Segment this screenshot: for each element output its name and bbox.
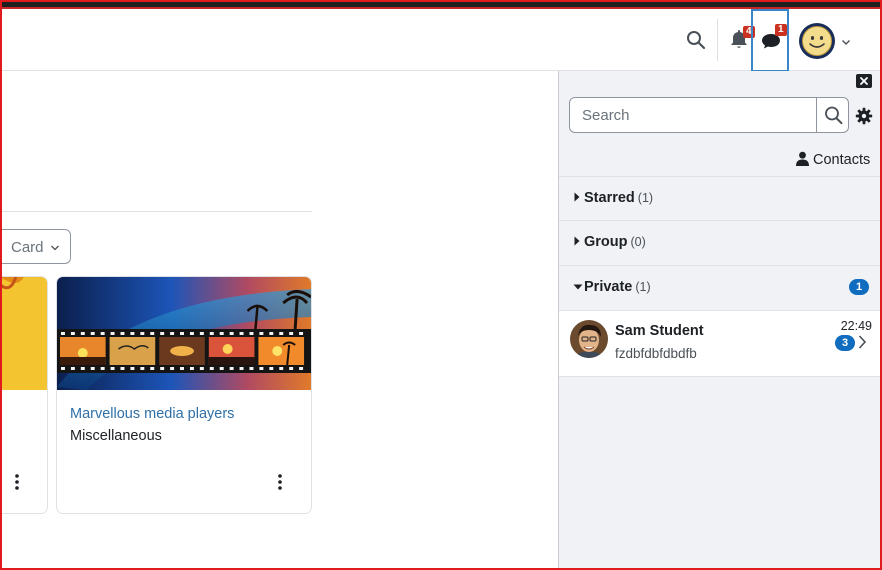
course-image	[57, 277, 311, 390]
section-name: Private	[584, 279, 633, 295]
gear-icon	[855, 107, 873, 125]
conversation-unread-badge: 3	[835, 335, 855, 351]
navbar-divider	[717, 19, 718, 61]
search-input[interactable]	[570, 98, 815, 132]
contacts-link[interactable]: Contacts	[795, 151, 870, 171]
contact-avatar	[570, 320, 608, 358]
caret-right-icon	[573, 190, 583, 206]
kebab-menu-icon	[15, 474, 19, 490]
close-icon	[860, 77, 868, 85]
course-menu-button[interactable]	[12, 473, 22, 491]
course-card-partial[interactable]	[0, 276, 48, 514]
course-card[interactable]: Marvellous media players Miscellaneous	[56, 276, 312, 514]
caret-right-icon	[573, 234, 583, 250]
section-count: (1)	[635, 280, 651, 294]
last-message: fzdbfdbfdbdfb	[615, 346, 697, 361]
section-private[interactable]: Private (1) 1	[559, 265, 882, 310]
view-select[interactable]: Card	[0, 229, 71, 264]
chevron-down-icon[interactable]	[840, 35, 852, 47]
person-icon	[796, 151, 809, 166]
search-field	[569, 97, 849, 133]
user-avatar[interactable]	[799, 23, 835, 59]
section-name: Starred	[584, 190, 635, 206]
chevron-right-icon	[858, 335, 867, 349]
course-title-link[interactable]: Marvellous media players	[70, 406, 234, 422]
caret-down-icon	[573, 279, 583, 295]
top-strip	[0, 0, 882, 9]
section-unread-badge: 1	[849, 279, 869, 295]
section-starred[interactable]: Starred (1)	[559, 176, 882, 221]
course-category: Miscellaneous	[70, 428, 162, 444]
section-group[interactable]: Group (0)	[559, 220, 882, 265]
navbar: 4 1	[0, 9, 882, 72]
search-button[interactable]	[816, 98, 849, 132]
section-count: (0)	[630, 235, 646, 249]
section-count: (1)	[637, 191, 654, 205]
section-name: Group	[584, 234, 628, 250]
contacts-label: Contacts	[813, 152, 871, 168]
contact-name: Sam Student	[615, 323, 704, 339]
chevron-down-icon	[51, 245, 59, 251]
view-select-value: Card	[11, 239, 44, 256]
messages-button[interactable]: 1	[751, 9, 789, 72]
message-time: 22:49	[840, 319, 872, 333]
conversation-item[interactable]: Sam Student fzdbfdbfdbdfb 22:49 3	[559, 310, 882, 377]
settings-button[interactable]	[855, 107, 873, 125]
person-photo-icon	[570, 320, 608, 358]
notifications-button[interactable]: 4	[727, 26, 755, 53]
course-menu-button[interactable]	[275, 473, 285, 491]
smiley-face-icon	[802, 26, 832, 56]
course-image	[0, 277, 47, 390]
close-drawer-button[interactable]	[856, 74, 872, 88]
messages-count-badge: 1	[775, 24, 787, 36]
message-drawer: Contacts Starred(1) Group(0) Private(1) …	[558, 71, 882, 570]
search-icon[interactable]	[683, 27, 709, 53]
kebab-menu-icon	[278, 474, 282, 490]
search-icon	[825, 106, 843, 125]
content-divider	[0, 211, 312, 212]
